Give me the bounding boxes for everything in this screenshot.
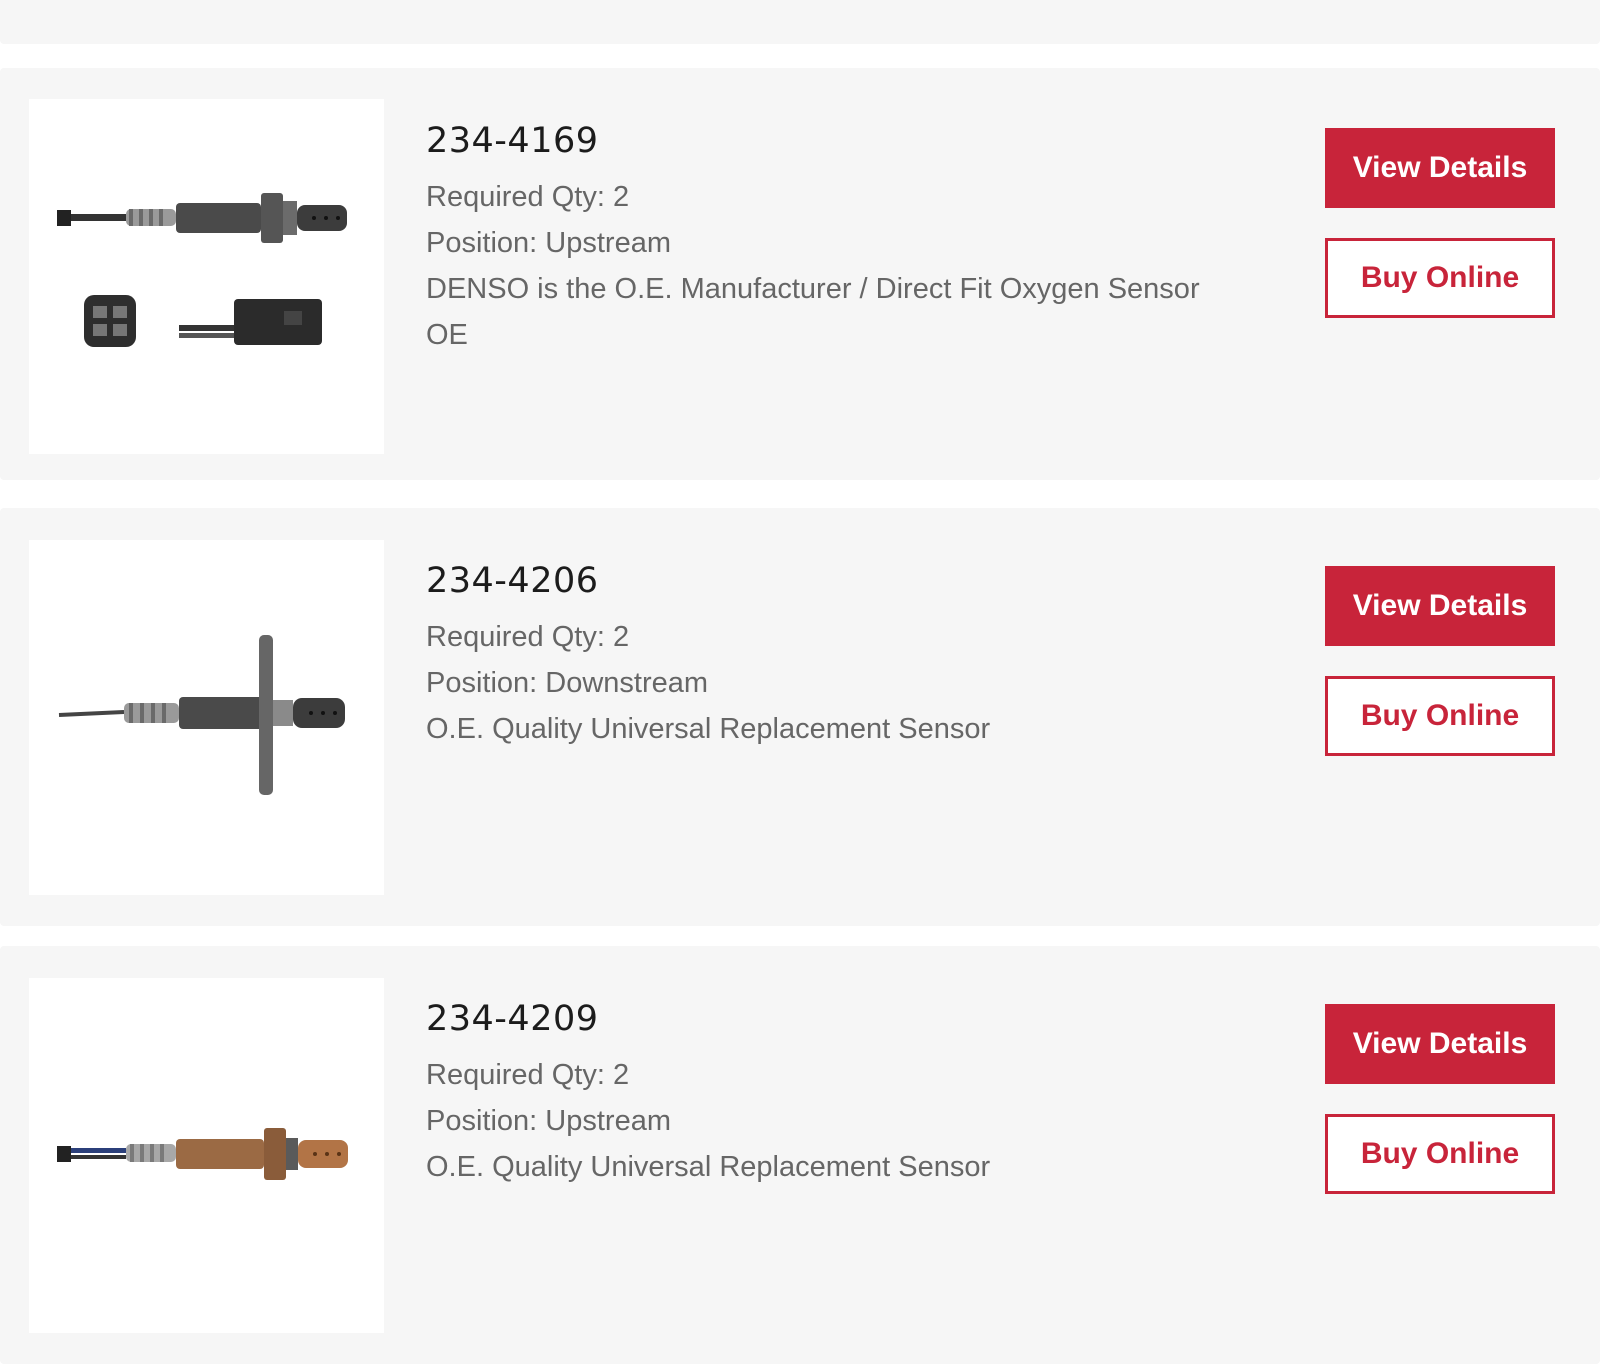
position: Position: Upstream xyxy=(426,1105,671,1137)
required-qty: Required Qty: 2 xyxy=(426,621,630,653)
product-description: DENSO is the O.E. Manufacturer / Direct … xyxy=(426,273,1200,305)
view-details-button[interactable]: View Details xyxy=(1325,566,1555,646)
part-number[interactable]: 234-4209 xyxy=(426,998,1206,1040)
product-description: O.E. Quality Universal Replacement Senso… xyxy=(426,1151,991,1183)
oxygen-sensor-icon xyxy=(57,1128,348,1180)
oxygen-sensor-icon xyxy=(57,193,347,347)
product-info: 234-4169 Required Qty: 2 Position: Upstr… xyxy=(426,120,1206,358)
product-description: O.E. Quality Universal Replacement Senso… xyxy=(426,713,991,745)
product-image[interactable] xyxy=(29,540,384,895)
position: Position: Upstream xyxy=(426,227,671,259)
view-details-button[interactable]: View Details xyxy=(1325,128,1555,208)
view-details-button[interactable]: View Details xyxy=(1325,1004,1555,1084)
product-image[interactable] xyxy=(29,99,384,454)
required-qty: Required Qty: 2 xyxy=(426,181,630,213)
product-info: 234-4209 Required Qty: 2 Position: Upstr… xyxy=(426,998,1206,1190)
buy-online-button[interactable]: Buy Online xyxy=(1325,238,1555,318)
oxygen-sensor-icon xyxy=(58,635,345,795)
product-card: 234-4209 Required Qty: 2 Position: Upstr… xyxy=(0,946,1600,1364)
product-card-previous xyxy=(0,0,1600,44)
product-image[interactable] xyxy=(29,978,384,1333)
buy-online-button[interactable]: Buy Online xyxy=(1325,1114,1555,1194)
part-number[interactable]: 234-4169 xyxy=(426,120,1206,162)
required-qty: Required Qty: 2 xyxy=(426,1059,630,1091)
product-note: OE xyxy=(426,319,468,351)
product-card: 234-4206 Required Qty: 2 Position: Downs… xyxy=(0,508,1600,926)
buy-online-button[interactable]: Buy Online xyxy=(1325,676,1555,756)
position: Position: Downstream xyxy=(426,667,709,699)
product-results-list: 234-4169 Required Qty: 2 Position: Upstr… xyxy=(0,0,1600,1369)
part-number[interactable]: 234-4206 xyxy=(426,560,1206,602)
product-info: 234-4206 Required Qty: 2 Position: Downs… xyxy=(426,560,1206,752)
product-card: 234-4169 Required Qty: 2 Position: Upstr… xyxy=(0,68,1600,480)
